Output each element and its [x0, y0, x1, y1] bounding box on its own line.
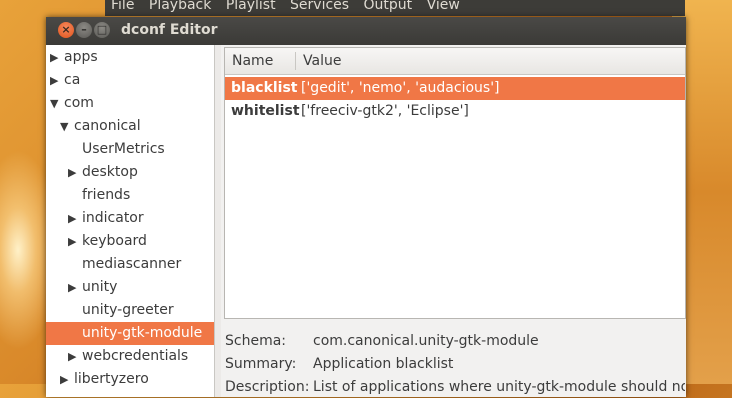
schema-label: Schema:: [225, 333, 287, 349]
schema-value: com.canonical.unity-gtk-module: [313, 333, 539, 349]
column-value-header[interactable]: Value: [303, 48, 341, 74]
background-app-menubar: File Playback Playlist Services Output V…: [105, 0, 685, 16]
description-value: List of applications where unity-gtk-mod…: [313, 379, 685, 395]
titlebar[interactable]: × – □ dconf Editor: [46, 17, 686, 45]
tree-item-mediascanner[interactable]: mediascanner: [46, 253, 214, 276]
tree-item-label: desktop: [82, 164, 138, 180]
expander-collapsed-icon[interactable]: ▶: [68, 276, 76, 299]
tree-item-label: apps: [64, 49, 98, 65]
key-name: whitelist: [231, 103, 300, 119]
expander-collapsed-icon[interactable]: ▶: [68, 230, 76, 253]
schema-detail: Schema: com.canonical.unity-gtk-module: [225, 330, 685, 352]
menu-file[interactable]: File: [111, 0, 134, 12]
expander-collapsed-icon[interactable]: ▶: [50, 69, 58, 92]
tree-item-indicator[interactable]: ▶ indicator: [46, 207, 214, 230]
description-label: Description:: [225, 379, 310, 395]
tree-item-friends[interactable]: friends: [46, 184, 214, 207]
menu-view[interactable]: View: [427, 0, 460, 12]
menu-playlist[interactable]: Playlist: [226, 0, 276, 12]
expander-expanded-icon[interactable]: ▼: [50, 92, 58, 115]
summary-label: Summary:: [225, 356, 297, 372]
tree-item-label: keyboard: [82, 233, 147, 249]
tree-item-label: canonical: [74, 118, 141, 134]
menu-services[interactable]: Services: [290, 0, 349, 12]
schema-tree[interactable]: ▶ apps ▶ ca ▼ com ▼ canonical UserMetrics ▶ deskto…: [46, 45, 215, 397]
summary-detail: Summary: Application blacklist: [225, 353, 685, 375]
tree-item-webcredentials[interactable]: ▶ webcredentials: [46, 345, 214, 368]
menu-playback[interactable]: Playback: [149, 0, 211, 12]
window-title: dconf Editor: [121, 22, 218, 38]
tree-item-label: unity-greeter: [82, 302, 174, 318]
right-pane: Name Value blacklist ['gedit', 'nemo', '…: [221, 45, 686, 397]
tree-item-unity-gtk-module[interactable]: unity-gtk-module: [46, 322, 214, 345]
tree-item-keyboard[interactable]: ▶ keyboard: [46, 230, 214, 253]
close-button[interactable]: ×: [58, 22, 74, 38]
minimize-button[interactable]: –: [76, 22, 92, 38]
key-value[interactable]: ['gedit', 'nemo', 'audacious']: [301, 77, 500, 100]
maximize-icon: □: [96, 23, 108, 36]
expander-collapsed-icon[interactable]: ▶: [68, 345, 76, 368]
tree-item-label: indicator: [82, 210, 144, 226]
summary-value: Application blacklist: [313, 356, 454, 372]
tree-item-unity-greeter[interactable]: unity-greeter: [46, 299, 214, 322]
close-icon: ×: [61, 23, 71, 36]
dconf-editor-window: × – □ dconf Editor ▶ apps ▶ ca ▼ com ▼ canonica…: [46, 17, 686, 397]
tree-item-canonical[interactable]: ▼ canonical: [46, 115, 214, 138]
expander-collapsed-icon[interactable]: ▶: [60, 368, 68, 391]
key-name: blacklist: [231, 80, 298, 96]
tree-item-label: mediascanner: [82, 256, 182, 272]
tree-item-label: libertyzero: [74, 371, 149, 387]
keys-list[interactable]: Name Value blacklist ['gedit', 'nemo', '…: [224, 47, 686, 319]
menu-output[interactable]: Output: [364, 0, 413, 12]
minimize-icon: –: [81, 23, 87, 36]
tree-item-libertyzero[interactable]: ▶ libertyzero: [46, 368, 214, 391]
key-value[interactable]: ['freeciv-gtk2', 'Eclipse']: [301, 100, 469, 123]
tree-item-usermetrics[interactable]: UserMetrics: [46, 138, 214, 161]
tree-item-ca[interactable]: ▶ ca: [46, 69, 214, 92]
tree-item-label: friends: [82, 187, 131, 203]
tree-item-com[interactable]: ▼ com: [46, 92, 214, 115]
tree-item-unity[interactable]: ▶ unity: [46, 276, 214, 299]
tree-item-label: UserMetrics: [82, 141, 165, 157]
tree-item-desktop[interactable]: ▶ desktop: [46, 161, 214, 184]
tree-item-label: webcredentials: [82, 348, 189, 364]
list-header: Name Value: [225, 48, 685, 75]
tree-item-label: ca: [64, 72, 81, 88]
list-row-blacklist[interactable]: blacklist ['gedit', 'nemo', 'audacious']: [225, 77, 685, 100]
tree-item-label: unity: [82, 279, 118, 295]
tree-item-label: unity-gtk-module: [82, 325, 203, 341]
expander-collapsed-icon[interactable]: ▶: [68, 161, 76, 184]
tree-item-apps[interactable]: ▶ apps: [46, 46, 214, 69]
maximize-button[interactable]: □: [94, 22, 110, 38]
expander-collapsed-icon[interactable]: ▶: [50, 46, 58, 69]
tree-item-label: com: [64, 95, 94, 111]
expander-collapsed-icon[interactable]: ▶: [68, 207, 76, 230]
column-name-header[interactable]: Name: [232, 48, 273, 74]
description-detail: Description: List of applications where …: [225, 376, 685, 398]
column-separator[interactable]: [295, 52, 296, 70]
expander-expanded-icon[interactable]: ▼: [60, 115, 68, 138]
list-row-whitelist[interactable]: whitelist ['freeciv-gtk2', 'Eclipse']: [225, 100, 685, 123]
